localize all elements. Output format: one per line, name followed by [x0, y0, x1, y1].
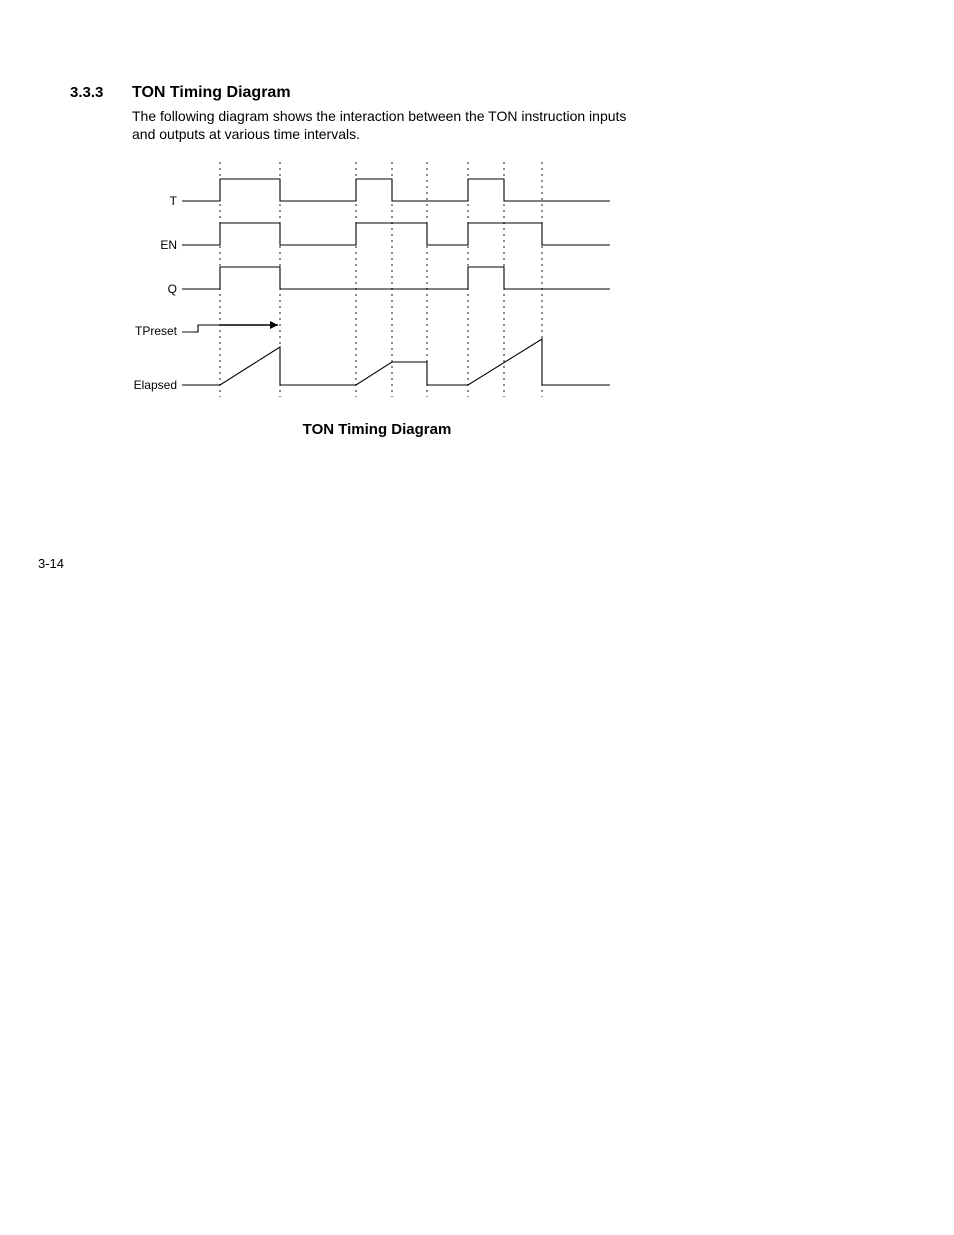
section-title: TON Timing Diagram	[132, 84, 291, 102]
signal-label-elapsed: Elapsed	[134, 378, 177, 392]
signal-label-t: T	[170, 194, 178, 208]
diagram-caption: TON Timing Diagram	[132, 421, 622, 438]
signal-label-tpreset: TPreset	[135, 324, 178, 338]
timing-diagram-svg: T EN Q TPreset Elapsed	[132, 157, 622, 402]
signal-label-en: EN	[160, 238, 177, 252]
page: 3.3.3 TON Timing Diagram The following d…	[0, 0, 954, 1235]
page-number: 3-14	[38, 556, 64, 571]
signal-label-q: Q	[168, 282, 177, 296]
section-body: The following diagram shows the interact…	[132, 108, 632, 143]
section-number: 3.3.3	[70, 84, 132, 101]
timing-diagram: T EN Q TPreset Elapsed	[132, 157, 894, 407]
section-header: 3.3.3 TON Timing Diagram	[70, 84, 894, 102]
